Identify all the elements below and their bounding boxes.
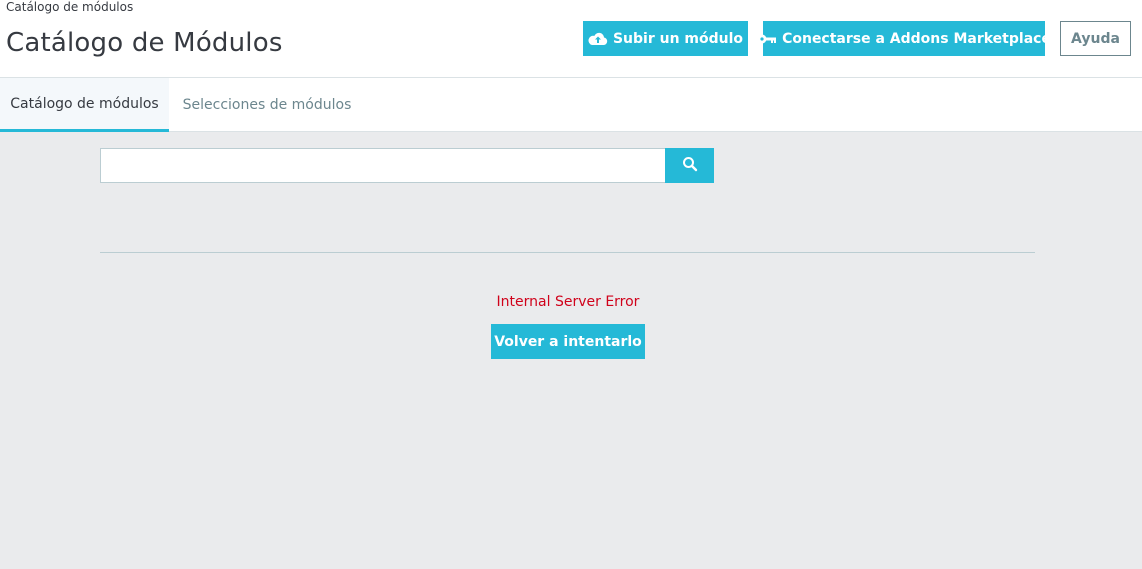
tab-label: Catálogo de módulos bbox=[10, 95, 159, 112]
connect-addons-button[interactable]: Conectarse a Addons Marketplace bbox=[757, 21, 1051, 56]
search-bar bbox=[100, 148, 714, 183]
help-label: Ayuda bbox=[1071, 30, 1120, 47]
page-title: Catálogo de Módulos bbox=[6, 28, 283, 58]
search-button[interactable] bbox=[665, 148, 714, 183]
retry-button[interactable]: Volver a intentarlo bbox=[491, 324, 645, 359]
retry-label: Volver a intentarlo bbox=[494, 333, 642, 350]
error-message: Internal Server Error bbox=[496, 294, 640, 310]
tab-label: Selecciones de módulos bbox=[182, 97, 352, 113]
upload-module-button[interactable]: Subir un módulo bbox=[583, 21, 748, 56]
breadcrumb[interactable]: Catálogo de módulos bbox=[6, 0, 133, 14]
upload-module-label: Subir un módulo bbox=[612, 30, 744, 47]
search-icon bbox=[682, 156, 698, 176]
page-header: Catálogo de módulos Catálogo de Módulos … bbox=[0, 0, 1142, 78]
tab-bar: Catálogo de módulos Selecciones de módul… bbox=[0, 78, 1142, 132]
search-input[interactable] bbox=[100, 148, 666, 183]
help-button[interactable]: Ayuda bbox=[1060, 21, 1131, 56]
content-divider bbox=[100, 252, 1035, 253]
connect-addons-label: Conectarse a Addons Marketplace bbox=[782, 30, 1051, 47]
cloud-upload-icon bbox=[588, 32, 608, 46]
tab-module-selections[interactable]: Selecciones de módulos bbox=[169, 78, 365, 132]
key-icon bbox=[757, 33, 777, 45]
tab-module-catalog[interactable]: Catálogo de módulos bbox=[0, 78, 169, 132]
